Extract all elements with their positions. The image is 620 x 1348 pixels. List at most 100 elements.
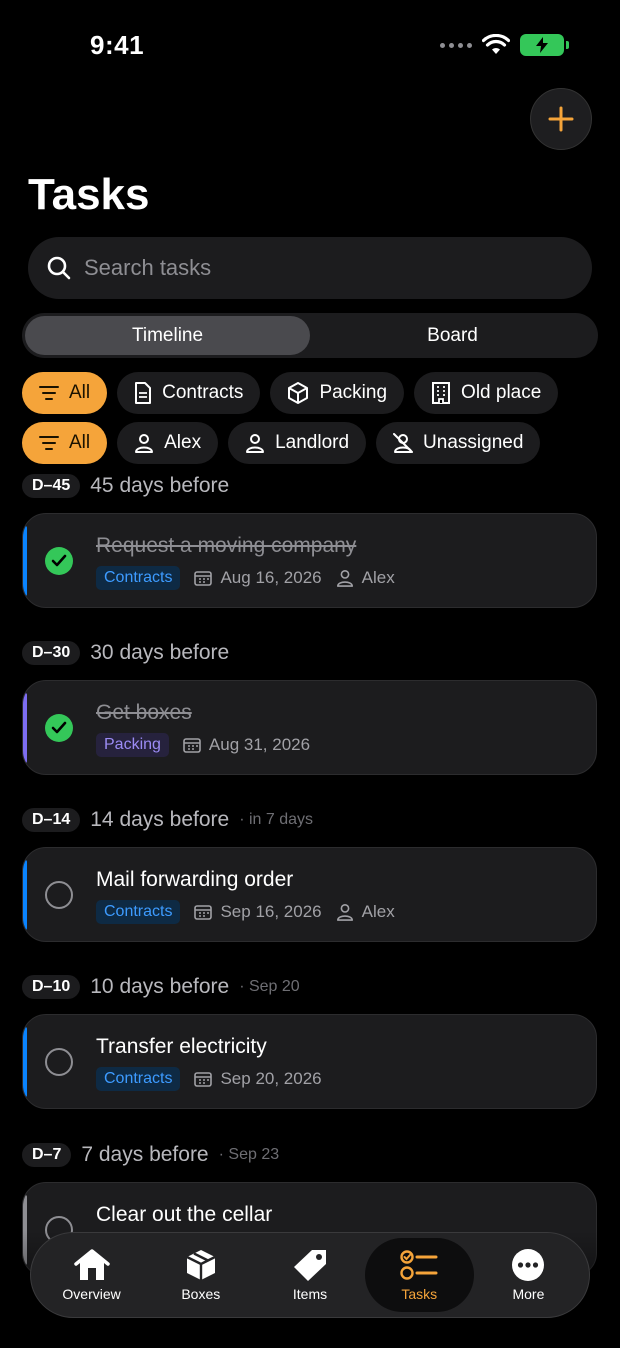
section-title: 10 days before — [90, 975, 230, 998]
category-filter-packing[interactable]: Packing — [270, 372, 405, 414]
plus-icon — [548, 106, 574, 132]
tag-icon — [294, 1250, 326, 1281]
tab-label: Overview — [62, 1286, 121, 1302]
calendar-icon — [183, 738, 201, 753]
task-card[interactable]: Request a moving company Contracts Aug 1… — [22, 513, 597, 608]
assignee-filter-alex[interactable]: Alex — [117, 422, 219, 464]
category-accent-bar — [23, 693, 27, 763]
section-title: 7 days before — [81, 1143, 209, 1166]
segment-timeline[interactable]: Timeline — [25, 316, 310, 355]
building-icon — [432, 382, 451, 404]
task-card[interactable]: Get boxes Packing Aug 31, 2026 — [22, 680, 597, 775]
chip-label: Alex — [164, 432, 202, 453]
document-icon — [135, 382, 152, 404]
tab-boxes[interactable]: Boxes — [146, 1238, 255, 1312]
days-badge: D–45 — [22, 474, 81, 498]
section-subtitle: · Sep 20 — [239, 978, 300, 995]
task-meta: Contracts Aug 16, 2026 Alex — [96, 566, 395, 590]
view-segmented-control: Timeline Board — [22, 313, 598, 358]
filter-icon — [39, 436, 59, 450]
person-icon — [135, 434, 154, 453]
calendar-icon — [194, 571, 213, 586]
search-bar[interactable] — [28, 237, 592, 299]
tab-label: Items — [292, 1286, 328, 1302]
task-meta: Packing Aug 31, 2026 — [96, 733, 310, 757]
checklist-icon — [400, 1250, 438, 1280]
chip-label: Landlord — [275, 432, 350, 453]
category-filter-row: All Contracts Packing Old place — [22, 372, 559, 414]
page-title: Tasks — [28, 170, 150, 219]
task-title: Request a moving company — [96, 534, 357, 557]
tab-label: Boxes — [181, 1286, 221, 1302]
section-header: D–45 45 days before — [22, 474, 229, 498]
category-filter-all[interactable]: All — [22, 372, 108, 414]
section-header: D–10 10 days before · Sep 20 — [22, 975, 300, 999]
tab-bar: Overview Boxes Items Tasks More — [30, 1232, 590, 1318]
task-card[interactable]: Transfer electricity Contracts Sep 20, 2… — [22, 1014, 597, 1109]
filter-icon — [39, 386, 59, 400]
section-subtitle: · in 7 days — [239, 811, 313, 828]
tab-more[interactable]: More — [474, 1238, 583, 1312]
chip-label: Unassigned — [423, 432, 524, 453]
task-date: Aug 16, 2026 — [220, 568, 322, 587]
category-filter-contracts[interactable]: Contracts — [117, 372, 261, 414]
signal-icon — [440, 42, 472, 48]
section-title: 14 days before — [90, 808, 230, 831]
assignee-filter-row: All Alex Landlord Unassigned — [22, 422, 541, 464]
checkmark-icon — [51, 554, 67, 567]
section-header: D–14 14 days before · in 7 days — [22, 808, 313, 832]
task-title: Transfer electricity — [96, 1035, 267, 1058]
days-badge: D–7 — [22, 1143, 72, 1167]
tab-items[interactable]: Items — [255, 1238, 364, 1312]
box-icon — [186, 1250, 216, 1280]
section-title: 45 days before — [90, 474, 230, 497]
assignee-filter-all[interactable]: All — [22, 422, 108, 464]
task-date: Sep 16, 2026 — [220, 902, 322, 921]
tab-label: Tasks — [401, 1286, 438, 1302]
person-icon — [246, 434, 265, 453]
add-task-button[interactable] — [530, 88, 592, 150]
checkmark-icon — [51, 721, 67, 734]
box-icon — [288, 382, 309, 404]
section-title: 30 days before — [90, 641, 230, 664]
task-checkbox[interactable] — [45, 714, 73, 742]
section-header: D–7 7 days before · Sep 23 — [22, 1143, 279, 1167]
task-title: Mail forwarding order — [96, 868, 294, 891]
category-filter-old-place[interactable]: Old place — [414, 372, 559, 414]
category-tag: Contracts — [96, 1067, 181, 1091]
category-accent-bar — [23, 526, 27, 596]
assignee-filter-unassigned[interactable]: Unassigned — [376, 422, 541, 464]
task-title: Clear out the cellar — [96, 1203, 273, 1226]
task-assignee: Alex — [361, 568, 395, 587]
task-card[interactable]: Mail forwarding order Contracts Sep 16, … — [22, 847, 597, 942]
status-time: 9:41 — [90, 30, 145, 60]
battery-icon — [520, 34, 569, 56]
category-tag: Contracts — [96, 900, 181, 924]
task-checkbox[interactable] — [45, 1048, 73, 1076]
calendar-icon — [194, 905, 213, 920]
task-date: Sep 20, 2026 — [220, 1069, 322, 1088]
task-checkbox[interactable] — [45, 881, 73, 909]
search-icon — [47, 256, 71, 280]
assignee-filter-landlord[interactable]: Landlord — [228, 422, 367, 464]
chip-label: All — [69, 432, 91, 453]
category-tag: Contracts — [96, 566, 181, 590]
person-icon — [336, 569, 353, 587]
person-icon — [336, 903, 353, 921]
person-slash-icon — [393, 433, 414, 453]
search-input[interactable] — [84, 255, 544, 281]
days-badge: D–10 — [22, 975, 81, 999]
task-date: Aug 31, 2026 — [208, 735, 311, 754]
category-accent-bar — [23, 1027, 27, 1097]
tab-overview[interactable]: Overview — [37, 1238, 146, 1312]
task-assignee: Alex — [361, 902, 395, 921]
task-checkbox[interactable] — [45, 547, 73, 575]
status-bar: 9:41 — [0, 0, 620, 90]
segment-board[interactable]: Board — [310, 316, 595, 355]
tab-tasks[interactable]: Tasks — [364, 1238, 474, 1312]
house-icon — [73, 1249, 110, 1280]
chip-label: Packing — [319, 382, 388, 403]
chip-label: Old place — [461, 382, 542, 403]
section-header: D–30 30 days before — [22, 641, 229, 665]
status-icons — [440, 34, 569, 56]
